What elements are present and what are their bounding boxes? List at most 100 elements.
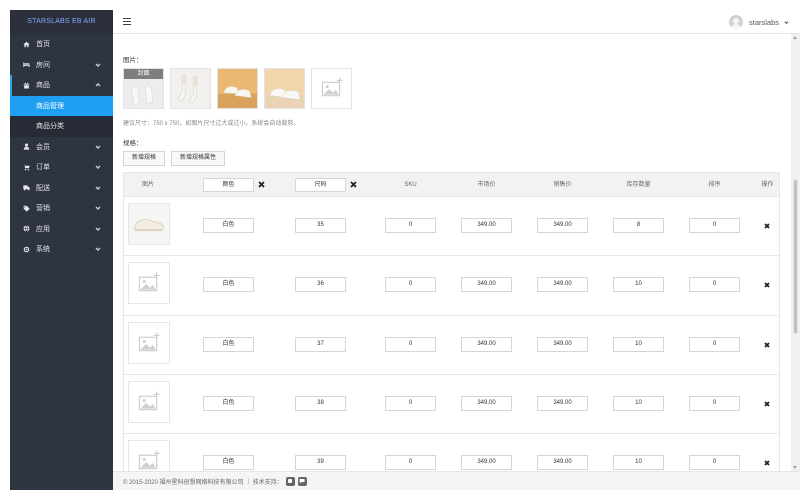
add-image-button[interactable] (311, 68, 352, 109)
main-content: 图片： 封面 建议尺寸：750 x 750，如图片尺寸过大或过小，系统会自动裁剪… (113, 34, 791, 471)
color-value-input[interactable]: 白色 (203, 218, 254, 233)
sort-input[interactable]: 0 (689, 455, 740, 471)
sku-input[interactable]: 0 (385, 277, 436, 293)
color-value-input[interactable]: 白色 (203, 395, 254, 411)
sidebar-item-label: 营销 (36, 205, 50, 213)
sidebar-menu: 首页 房间 商品 (10, 34, 113, 96)
images-label: 图片： (123, 57, 143, 64)
scroll-up-arrow-icon[interactable] (793, 36, 797, 39)
delete-row-icon[interactable] (764, 460, 770, 466)
sku-image[interactable] (128, 203, 170, 245)
sidebar-item-orders[interactable]: 订单 (10, 157, 113, 178)
submenu-item-product-management[interactable]: 商品管理 (10, 95, 113, 116)
sort-input[interactable]: 0 (689, 395, 740, 411)
menu-toggle-icon[interactable] (123, 18, 131, 26)
sidebar-item-label: 商品 (36, 82, 50, 90)
sale-price-input[interactable]: 349.00 (537, 336, 588, 352)
content-scrollbar[interactable] (791, 34, 800, 471)
sku-image-upload[interactable] (128, 262, 170, 305)
delete-row-icon[interactable] (764, 282, 770, 288)
stock-input[interactable]: 10 (613, 455, 664, 471)
product-image-4[interactable] (264, 68, 305, 109)
delete-row-icon[interactable] (764, 401, 770, 407)
market-price-input[interactable]: 349.00 (461, 395, 512, 411)
sidebar-item-members[interactable]: 会员 (10, 137, 113, 158)
sidebar-item-apps[interactable]: 应用 (10, 219, 113, 240)
sidebar-item-label: 会员 (36, 143, 50, 151)
market-price-input[interactable]: 349.00 (461, 455, 512, 471)
cart-icon (22, 163, 31, 172)
truck-icon (22, 183, 31, 192)
scroll-down-arrow-icon[interactable] (793, 466, 797, 469)
color-value-input[interactable]: 白色 (203, 455, 254, 471)
stock-input[interactable]: 10 (613, 336, 664, 352)
sale-price-input[interactable]: 349.00 (537, 395, 588, 411)
stock-input[interactable]: 10 (613, 395, 664, 411)
remove-spec-size-icon[interactable] (350, 181, 357, 188)
market-price-input[interactable]: 349.00 (461, 218, 512, 233)
username: starslabs (748, 17, 779, 27)
footer: © 2015-2020 福州星科创想网络科技有限公司 ｜ 技术支持： (113, 471, 800, 490)
product-image-cover[interactable]: 封面 (123, 68, 164, 109)
chevron-down-icon (95, 164, 101, 170)
scrollbar-thumb[interactable] (793, 179, 798, 334)
avatar (728, 15, 743, 29)
app-window: STARSLABS EB AIR 首页 房间 商品 商品管理 商品分类 会员 订… (10, 10, 800, 490)
sidebar-item-system[interactable]: 系统 (10, 239, 113, 260)
size-value-input[interactable]: 35 (295, 218, 346, 233)
sale-price-input[interactable]: 349.00 (537, 455, 588, 471)
support-chat-icon[interactable] (297, 476, 307, 486)
size-value-input[interactable]: 38 (295, 395, 346, 411)
table-row: 白色 35 0 349.00 349.00 8 0 (124, 197, 779, 257)
color-value-input[interactable]: 白色 (203, 277, 254, 293)
market-price-input[interactable]: 349.00 (461, 336, 512, 352)
sku-image-upload[interactable] (128, 380, 170, 423)
delete-row-icon[interactable] (764, 341, 770, 348)
submenu-item-product-category[interactable]: 商品分类 (10, 116, 113, 137)
sidebar-item-products[interactable]: 商品 (10, 75, 113, 96)
sidebar-item-label: 配送 (36, 184, 50, 192)
sale-price-input[interactable]: 349.00 (537, 277, 588, 293)
submenu-item-label: 商品分类 (36, 123, 64, 131)
color-value-input[interactable]: 白色 (203, 336, 254, 352)
market-price-input[interactable]: 349.00 (461, 277, 512, 293)
size-value-input[interactable]: 39 (295, 455, 346, 471)
sku-image-upload[interactable] (128, 321, 170, 364)
size-value-input[interactable]: 36 (295, 277, 346, 293)
sku-image-upload[interactable] (128, 440, 170, 471)
chevron-down-icon (784, 20, 789, 25)
sort-input[interactable]: 0 (689, 277, 740, 293)
sku-input[interactable]: 0 (385, 455, 436, 471)
sidebar-item-label: 首页 (36, 41, 50, 49)
sale-price-input[interactable]: 349.00 (537, 218, 588, 233)
add-spec-attribute-button[interactable]: 新增规格属性 (171, 151, 226, 166)
size-value-input[interactable]: 37 (295, 336, 346, 352)
image-placeholder-icon (321, 77, 343, 97)
sidebar-item-label: 应用 (36, 225, 50, 233)
product-image-2[interactable] (170, 68, 211, 109)
delete-row-icon[interactable] (764, 223, 770, 229)
support-logo-icon[interactable] (285, 476, 295, 486)
spec-name-input-color[interactable]: 颜色 (203, 178, 254, 192)
sidebar-item-home[interactable]: 首页 (10, 34, 113, 55)
sidebar-item-marketing[interactable]: 营销 (10, 198, 113, 219)
user-menu[interactable]: starslabs (728, 15, 789, 29)
product-image-3[interactable] (217, 68, 258, 109)
stock-input[interactable]: 10 (613, 277, 664, 293)
sku-input[interactable]: 0 (385, 218, 436, 233)
sidebar-item-label: 系统 (36, 246, 50, 254)
image-size-hint: 建议尺寸：750 x 750，如图片尺寸过大或过小，系统会自动裁剪。 (123, 121, 300, 127)
sku-input[interactable]: 0 (385, 336, 436, 352)
sort-input[interactable]: 0 (689, 218, 740, 233)
remove-spec-color-icon[interactable] (258, 181, 265, 188)
image-placeholder-icon (138, 272, 160, 292)
copyright-text: © 2015-2020 福州星科创想网络科技有限公司 ｜ 技术支持： (123, 479, 283, 486)
image-placeholder-icon (138, 332, 160, 351)
sort-input[interactable]: 0 (689, 336, 740, 352)
add-spec-button[interactable]: 新增规格 (123, 151, 166, 166)
stock-input[interactable]: 8 (613, 218, 664, 233)
spec-name-input-size[interactable]: 尺码 (295, 178, 346, 192)
sku-input[interactable]: 0 (385, 395, 436, 411)
sidebar-item-rooms[interactable]: 房间 (10, 55, 113, 76)
sidebar-item-delivery[interactable]: 配送 (10, 178, 113, 199)
